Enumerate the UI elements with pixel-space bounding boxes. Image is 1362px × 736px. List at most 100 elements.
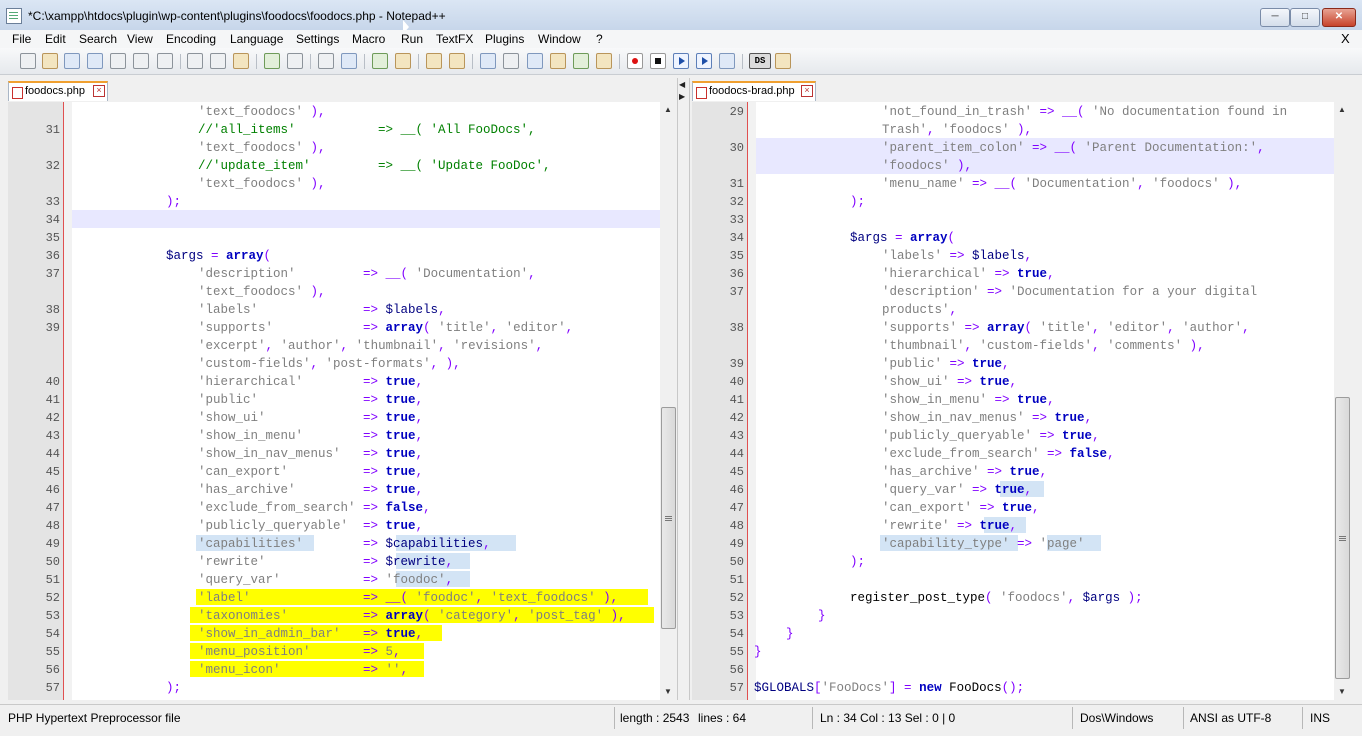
word-wrap-icon[interactable] [480, 53, 496, 69]
doc-map-icon[interactable] [573, 53, 589, 69]
left-vertical-scrollbar[interactable]: ▲ ▼ [660, 102, 676, 700]
close-icon[interactable] [110, 53, 126, 69]
code-line[interactable]: 'thumbnail', 'custom-fields', 'comments'… [882, 337, 1205, 355]
code-line[interactable]: ); [166, 193, 181, 211]
splitter-left-arrow-icon[interactable]: ◀ [679, 80, 685, 89]
code-line[interactable]: 'not_found_in_trash' => __( 'No document… [882, 103, 1287, 121]
code-line[interactable]: 'exclude_from_search' => false, [882, 445, 1115, 463]
scroll-thumb[interactable] [1335, 397, 1350, 679]
menu-help[interactable]: ? [596, 32, 603, 46]
paste-icon[interactable] [233, 53, 249, 69]
code-line[interactable]: //'all_items' => __( 'All FooDocs', [198, 121, 536, 139]
save-macro-icon[interactable] [719, 53, 735, 69]
fold-margin[interactable] [64, 102, 72, 700]
code-line[interactable]: ); [850, 553, 865, 571]
plugin-icon[interactable] [775, 53, 791, 69]
menu-edit[interactable]: Edit [45, 32, 66, 46]
code-line[interactable]: 'has_archive' => true, [198, 481, 423, 499]
code-line[interactable]: 'description' => 'Documentation for a yo… [882, 283, 1257, 301]
menu-file[interactable]: File [12, 32, 31, 46]
code-line[interactable]: 'text_foodocs' ), [198, 139, 326, 157]
play-multiple-icon[interactable] [696, 53, 712, 69]
splitter-right-arrow-icon[interactable]: ▶ [679, 92, 685, 101]
code-line[interactable]: products', [882, 301, 957, 319]
right-vertical-scrollbar[interactable]: ▲ ▼ [1334, 102, 1350, 700]
minimize-button[interactable]: ─ [1260, 8, 1290, 27]
code-line[interactable]: register_post_type( 'foodocs', $args ); [850, 589, 1143, 607]
code-line[interactable]: 'parent_item_colon' => __( 'Parent Docum… [882, 139, 1265, 157]
code-line[interactable]: 'publicly_queryable' => true, [882, 427, 1100, 445]
code-line[interactable]: 'rewrite' => true, [882, 517, 1017, 535]
indent-guide-icon[interactable] [527, 53, 543, 69]
code-line[interactable]: 'show_in_nav_menus' => true, [882, 409, 1092, 427]
code-line[interactable]: 'rewrite' => $rewrite, [198, 553, 453, 571]
print-icon[interactable] [157, 53, 173, 69]
code-line[interactable]: 'menu_icon' => '', [198, 661, 408, 679]
replace-icon[interactable] [341, 53, 357, 69]
scroll-down-arrow-icon[interactable]: ▼ [660, 684, 676, 700]
code-line[interactable]: 'labels' => $labels, [198, 301, 446, 319]
code-line[interactable]: 'foodocs' ), [882, 157, 972, 175]
menu-settings[interactable]: Settings [296, 32, 339, 46]
scroll-thumb[interactable] [661, 407, 676, 629]
code-line[interactable]: 'show_in_menu' => true, [882, 391, 1055, 409]
notepad-app-icon[interactable] [6, 8, 22, 24]
code-line[interactable]: ); [850, 193, 865, 211]
tab-foodocs-brad-php[interactable]: foodocs-brad.php × [692, 81, 816, 101]
code-line[interactable]: 'label' => __( 'foodoc', 'text_foodocs' … [198, 589, 618, 607]
close-tab-icon[interactable]: × [801, 85, 813, 97]
code-line[interactable]: 'show_in_menu' => true, [198, 427, 423, 445]
open-file-icon[interactable] [42, 53, 58, 69]
code-line[interactable]: 'can_export' => true, [198, 463, 423, 481]
close-all-icon[interactable] [133, 53, 149, 69]
code-line[interactable]: 'public' => true, [198, 391, 423, 409]
close-document-button[interactable]: X [1341, 31, 1350, 46]
function-list-icon[interactable] [596, 53, 612, 69]
zoom-out-icon[interactable] [395, 53, 411, 69]
code-line[interactable]: 'description' => __( 'Documentation', [198, 265, 536, 283]
code-line[interactable]: 'hierarchical' => true, [198, 373, 423, 391]
zoom-in-icon[interactable] [372, 53, 388, 69]
new-file-icon[interactable] [20, 53, 36, 69]
code-line[interactable]: 'supports' => array( 'title', 'editor', … [882, 319, 1250, 337]
undo-icon[interactable] [264, 53, 280, 69]
code-line[interactable]: 'custom-fields', 'post-formats', ), [198, 355, 461, 373]
maximize-button[interactable]: □ [1290, 8, 1320, 27]
save-all-icon[interactable] [87, 53, 103, 69]
menu-window[interactable]: Window [538, 32, 581, 46]
sync-horizontal-icon[interactable] [449, 53, 465, 69]
code-line[interactable]: 'labels' => $labels, [882, 247, 1032, 265]
menu-macro[interactable]: Macro [352, 32, 385, 46]
ds-icon[interactable]: DS [749, 53, 771, 69]
code-line[interactable]: 'publicly_queryable' => true, [198, 517, 423, 535]
scroll-up-arrow-icon[interactable]: ▲ [1334, 102, 1350, 118]
code-line[interactable]: 'text_foodocs' ), [198, 175, 326, 193]
find-icon[interactable] [318, 53, 334, 69]
code-line[interactable]: 'query_var' => 'foodoc', [198, 571, 453, 589]
code-line[interactable]: } [786, 625, 794, 643]
tab-foodocs-php[interactable]: foodocs.php × [8, 81, 108, 101]
code-line[interactable]: 'exclude_from_search' => false, [198, 499, 431, 517]
menu-view[interactable]: View [127, 32, 153, 46]
copy-icon[interactable] [210, 53, 226, 69]
code-line[interactable]: $args = array( [850, 229, 955, 247]
left-editor-pane[interactable]: 'text_foodocs' ), 31 //'all_items' => __( … [8, 102, 660, 700]
code-line[interactable]: 'show_in_nav_menus' => true, [198, 445, 423, 463]
code-line[interactable]: 'hierarchical' => true, [882, 265, 1055, 283]
code-line[interactable]: $GLOBALS['FooDocs'] = new FooDocs(); [754, 679, 1024, 697]
close-window-button[interactable]: ✕ [1322, 8, 1356, 27]
code-line[interactable]: Trash', 'foodocs' ), [882, 121, 1032, 139]
code-line[interactable]: ); [166, 679, 181, 697]
code-line[interactable]: 'has_archive' => true, [882, 463, 1047, 481]
code-line[interactable]: 'excerpt', 'author', 'thumbnail', 'revis… [198, 337, 543, 355]
cut-icon[interactable] [187, 53, 203, 69]
menu-plugins[interactable]: Plugins [485, 32, 524, 46]
title-bar[interactable]: *C:\xampp\htdocs\plugin\wp-content\plugi… [0, 0, 1362, 31]
code-line[interactable]: 'supports' => array( 'title', 'editor', [198, 319, 573, 337]
code-line[interactable]: 'capability_type' => 'page' [882, 535, 1085, 553]
redo-icon[interactable] [287, 53, 303, 69]
user-lang-icon[interactable] [550, 53, 566, 69]
code-line[interactable]: } [818, 607, 826, 625]
code-line[interactable]: 'show_ui' => true, [882, 373, 1017, 391]
code-line[interactable]: 'show_in_admin_bar' => true, [198, 625, 423, 643]
